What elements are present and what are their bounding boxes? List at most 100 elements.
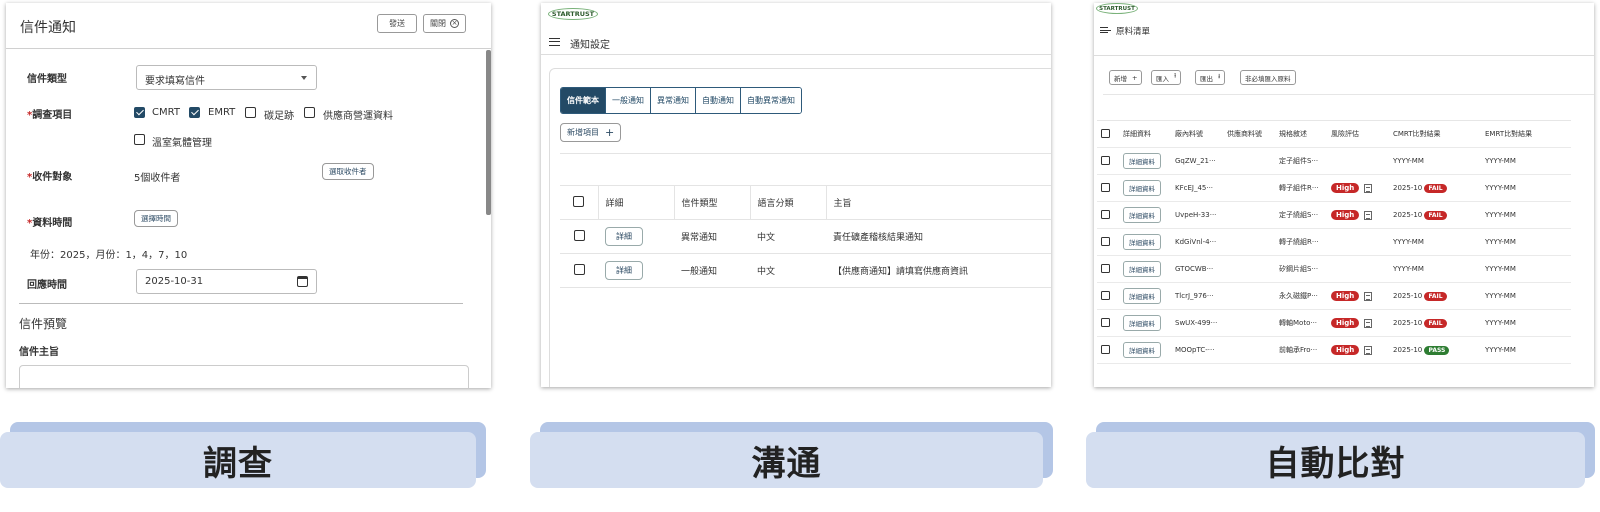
mail-type-select[interactable]: 要求填寫信件	[136, 65, 317, 90]
part-cell: GTOCWB···	[1171, 255, 1223, 283]
document-icon[interactable]	[1364, 183, 1373, 193]
scrollbar[interactable]	[486, 50, 491, 215]
material-table: 詳細資料 廠內料號 供應商料號 規格敘述 風險評估 CMRT比對結果 EMRT比…	[1097, 120, 1571, 364]
close-button[interactable]: 關閉 ×	[423, 14, 466, 33]
col-emrt: EMRT比對結果	[1481, 120, 1571, 148]
add-button[interactable]: 新增 +	[1109, 70, 1143, 85]
row-select-cell	[1097, 255, 1119, 283]
row-select-cell	[1097, 336, 1119, 364]
spec-cell: 定子組件S···	[1275, 147, 1327, 175]
supplier-part-cell	[1223, 228, 1275, 256]
mail-type-value: 要求填寫信件	[145, 76, 205, 87]
risk-cell	[1327, 147, 1389, 175]
caption-communication-label: 溝通	[530, 432, 1043, 488]
document-icon[interactable]	[1364, 318, 1373, 328]
data-time-label: *資料時間	[27, 214, 72, 229]
choose-time-button[interactable]: 選擇時間	[134, 210, 178, 227]
caption-communication: 溝通	[530, 422, 1053, 488]
cmrt-result-badge: FAIL	[1424, 183, 1447, 193]
detail-cell: 詳細資料	[1119, 309, 1171, 337]
emrt-cell: YYYY-MM	[1481, 174, 1571, 202]
checkbox-carbon-footprint[interactable]	[245, 107, 256, 118]
detail-cell: 詳細	[598, 219, 674, 254]
startrust-logo: STARTRUST	[548, 8, 598, 20]
select-all-checkbox[interactable]	[573, 195, 585, 207]
upload-icon: ⭱	[1174, 72, 1177, 80]
menu-icon[interactable]	[1100, 27, 1111, 33]
choose-recipients-button[interactable]: 選取收件者	[322, 163, 374, 180]
part-cell: KdGiVnl-4···	[1171, 228, 1223, 256]
risk-cell: High	[1327, 201, 1389, 229]
emrt-cell: YYYY-MM	[1481, 147, 1571, 175]
send-button-label: 發送	[389, 19, 405, 28]
lang-cell: 中文	[750, 253, 826, 288]
divider	[560, 153, 1051, 154]
add-item-label: 新增項目	[567, 128, 599, 137]
detail-button[interactable]: 詳細	[605, 227, 643, 246]
tab-templates[interactable]: 信件範本	[561, 88, 605, 113]
detail-button[interactable]: 詳細資料	[1123, 315, 1161, 331]
nonrequired-import-button[interactable]: 非必填匯入原料	[1240, 70, 1296, 85]
spec-cell: 轉子組件R···	[1275, 174, 1327, 202]
row-checkbox[interactable]	[1101, 344, 1110, 354]
tab-general[interactable]: 一般通知	[605, 88, 650, 113]
choose-time-label: 選擇時間	[141, 214, 171, 223]
checkbox-emrt[interactable]	[189, 107, 200, 118]
row-select-cell	[1097, 228, 1119, 256]
row-select-cell	[560, 253, 598, 288]
detail-button[interactable]: 詳細資料	[1123, 234, 1161, 250]
subject-label: 信件主旨	[19, 347, 59, 358]
detail-button[interactable]: 詳細	[605, 261, 643, 280]
document-icon[interactable]	[1364, 210, 1373, 220]
checkbox-cmrt[interactable]	[134, 107, 145, 118]
detail-button[interactable]: 詳細資料	[1123, 207, 1161, 223]
row-checkbox[interactable]	[1101, 290, 1110, 300]
emrt-cell: YYYY-MM	[1481, 282, 1571, 310]
export-button[interactable]: 匯出 ⭳	[1195, 70, 1226, 85]
add-item-button[interactable]: 新增項目 +	[560, 123, 622, 142]
lang-cell: 中文	[750, 219, 826, 254]
table-row: 詳細資料 TlcrJ_976··· 永久磁鐵P··· High 2025-10 FAIL…	[1097, 282, 1571, 310]
tab-auto[interactable]: 自動通知	[695, 88, 740, 113]
risk-cell: High	[1327, 309, 1389, 337]
row-checkbox[interactable]	[1101, 263, 1110, 273]
subject-cell: 責任礦產稽核結果通知	[826, 219, 1051, 254]
supplier-part-cell	[1223, 174, 1275, 202]
row-checkbox[interactable]	[1101, 236, 1110, 246]
document-icon[interactable]	[1364, 345, 1373, 355]
tab-abnormal[interactable]: 異常通知	[650, 88, 695, 113]
detail-button[interactable]: 詳細資料	[1123, 261, 1161, 277]
detail-button[interactable]: 詳細資料	[1123, 153, 1161, 169]
detail-button[interactable]: 詳細資料	[1123, 180, 1161, 196]
supplier-part-cell	[1223, 309, 1275, 337]
checkbox-supplier-operations[interactable]	[304, 107, 315, 118]
row-checkbox[interactable]	[573, 263, 585, 275]
import-button[interactable]: 匯入 ⭱	[1151, 70, 1182, 85]
row-checkbox[interactable]	[573, 229, 585, 241]
detail-button[interactable]: 詳細資料	[1123, 288, 1161, 304]
cmrt-date: 2025-10	[1393, 291, 1423, 300]
row-checkbox[interactable]	[1101, 155, 1110, 165]
recipients-value: 5個收件者	[134, 173, 181, 184]
detail-cell: 詳細資料	[1119, 282, 1171, 310]
material-list-panel: STARTRUST 原料清單 新增 + 匯入 ⭱ 匯出 ⭳ 非必填匯入原料 詳細資料 …	[1094, 3, 1594, 387]
row-select-cell	[1097, 201, 1119, 229]
table-header: 詳細 信件類型 語言分類 主旨	[560, 185, 1051, 220]
row-checkbox[interactable]	[1101, 317, 1110, 327]
menu-icon[interactable]	[549, 38, 560, 46]
reply-date-value: 2025-10-31	[145, 276, 204, 287]
risk-badge: High	[1331, 318, 1360, 328]
detail-cell: 詳細資料	[1119, 255, 1171, 283]
risk-badge: High	[1331, 291, 1360, 301]
row-checkbox[interactable]	[1101, 182, 1110, 192]
tab-auto-abnormal[interactable]: 自動異常通知	[740, 88, 801, 113]
subject-input[interactable]	[19, 365, 469, 388]
send-button[interactable]: 發送	[377, 14, 417, 33]
reply-date-input[interactable]: 2025-10-31	[136, 269, 317, 294]
document-icon[interactable]	[1364, 291, 1373, 301]
checkbox-ghg[interactable]	[134, 134, 145, 145]
select-all-checkbox[interactable]	[1101, 128, 1110, 138]
calendar-icon[interactable]	[297, 276, 308, 287]
detail-button[interactable]: 詳細資料	[1123, 342, 1161, 358]
row-checkbox[interactable]	[1101, 209, 1110, 219]
